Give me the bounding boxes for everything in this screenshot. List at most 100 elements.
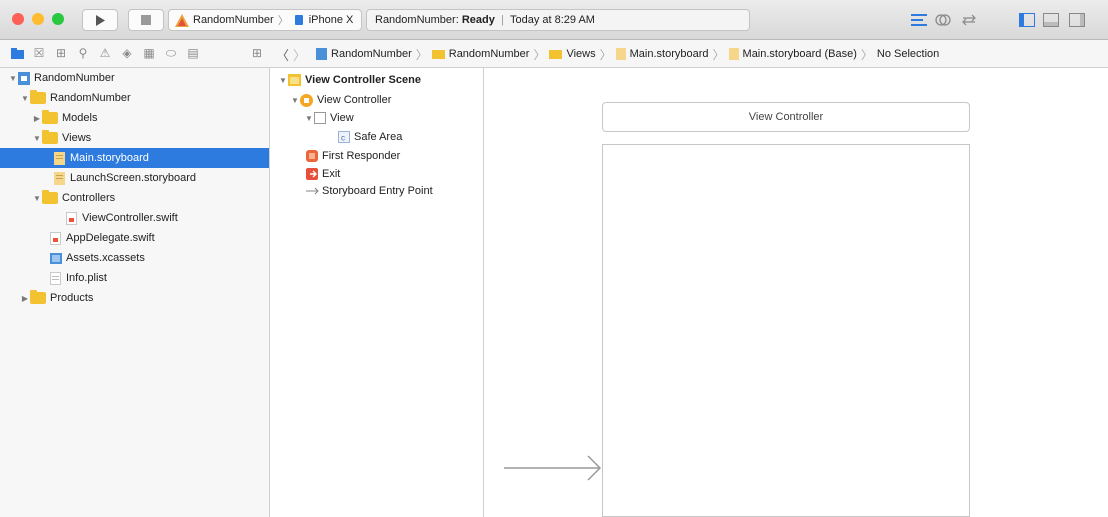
outline-item-safe-area[interactable]: c Safe Area: [338, 127, 478, 147]
outline-item-label: Exit: [322, 168, 341, 180]
tree-item-group-models[interactable]: ▶ Models: [0, 108, 301, 128]
outline-item-scene[interactable]: ▼ View Controller Scene: [278, 70, 478, 90]
zoom-window-button[interactable]: [52, 13, 64, 25]
project-icon: [18, 71, 30, 85]
tree-item-group-products[interactable]: ▶ Products: [0, 288, 289, 308]
tree-item-label: RandomNumber: [50, 92, 131, 104]
swift-file-icon: [50, 231, 61, 245]
jumpbar-item-project[interactable]: RandomNumber: [331, 48, 412, 60]
right-panel-icon: [1069, 13, 1085, 27]
outline-item-label: Storyboard Entry Point: [322, 185, 433, 197]
tree-item-label: LaunchScreen.storyboard: [70, 172, 196, 184]
test-navigator-tab[interactable]: ◈: [120, 46, 134, 60]
tree-item-assets[interactable]: Assets.xcassets: [0, 248, 269, 268]
play-icon: [96, 14, 105, 26]
tree-item-project[interactable]: ▼ RandomNumber: [0, 68, 277, 88]
hierarchy-icon: ⊞: [55, 46, 67, 60]
jump-bar: 〈 〉 RandomNumber 〉 RandomNumber 〉 Views …: [276, 40, 939, 68]
app-target-icon: [175, 13, 189, 27]
tree-item-group-views[interactable]: ▼ Views: [0, 128, 301, 148]
scene-icon: [288, 74, 301, 86]
close-window-button[interactable]: [12, 13, 24, 25]
view-controller-view[interactable]: [602, 144, 970, 517]
scheme-selector[interactable]: RandomNumber 〉 iPhone X: [168, 9, 362, 31]
scene-title-label: View Controller: [748, 111, 824, 123]
disclosure-open-icon[interactable]: ▼: [32, 134, 42, 143]
jumpbar-item-selection[interactable]: No Selection: [877, 48, 939, 60]
view-controller-scene-title[interactable]: View Controller: [602, 102, 970, 132]
assistant-editor-button[interactable]: [932, 9, 954, 31]
outline-item-view-controller[interactable]: ▼ View Controller: [290, 90, 480, 110]
safe-area-icon: c: [338, 131, 350, 143]
outline-item-label: View Controller Scene: [305, 74, 421, 86]
folder-icon: [42, 110, 58, 124]
scheme-project-label: RandomNumber: [193, 14, 274, 26]
window-toolbar: RandomNumber 〉 iPhone X RandomNumber: Re…: [0, 0, 1108, 40]
report-navigator-tab[interactable]: ▤: [186, 46, 200, 60]
standard-editor-button[interactable]: [908, 9, 930, 31]
toggle-navigator-button[interactable]: [1016, 9, 1038, 31]
tree-item-info-plist[interactable]: Info.plist: [0, 268, 269, 288]
arrow-right-icon: [306, 187, 319, 195]
disclosure-open-icon[interactable]: ▼: [304, 114, 314, 123]
back-button[interactable]: 〈: [276, 45, 289, 64]
storyboard-canvas[interactable]: View Controller: [484, 68, 1108, 517]
disclosure-open-icon[interactable]: ▼: [278, 76, 288, 85]
disclosure-open-icon[interactable]: ▼: [8, 74, 18, 83]
jumpbar-separator-icon: 〉: [415, 47, 428, 62]
stop-button[interactable]: [128, 9, 164, 31]
disclosure-open-icon[interactable]: ▼: [290, 96, 300, 105]
scheme-device-label: iPhone X: [308, 14, 354, 26]
tree-item-group-randomnumber[interactable]: ▼ RandomNumber: [0, 88, 289, 108]
symbol-navigator-tab[interactable]: ⊞: [54, 46, 68, 60]
breakpoint-navigator-tab[interactable]: ⬭: [164, 46, 178, 60]
toggle-utilities-button[interactable]: [1066, 9, 1088, 31]
version-editor-icon: [962, 14, 976, 26]
tree-item-label: Info.plist: [66, 272, 107, 284]
tree-item-viewcontroller-swift[interactable]: ViewController.swift: [0, 208, 269, 228]
jumpbar-item-group[interactable]: RandomNumber: [449, 48, 530, 60]
disclosure-open-icon[interactable]: ▼: [20, 94, 30, 103]
debug-navigator-tab[interactable]: ▦: [142, 46, 156, 60]
outline-item-first-responder[interactable]: First Responder: [306, 146, 476, 166]
jumpbar-item-storyboard-base[interactable]: Main.storyboard (Base): [743, 48, 857, 60]
folder-icon: [42, 190, 58, 204]
first-responder-icon: [306, 150, 318, 162]
assistant-editor-icon: [935, 14, 951, 26]
forward-button[interactable]: 〉: [293, 45, 306, 64]
tree-item-label: Models: [62, 112, 98, 124]
standard-editor-icon: [911, 14, 927, 26]
run-button[interactable]: [82, 9, 118, 31]
jumpbar-item-views[interactable]: Views: [566, 48, 595, 60]
storyboard-file-icon: [54, 171, 65, 185]
source-control-navigator-tab[interactable]: ☒: [32, 46, 46, 60]
outline-item-view[interactable]: ▼ View: [304, 108, 474, 128]
version-editor-button[interactable]: [958, 9, 980, 31]
disclosure-open-icon[interactable]: ▼: [32, 194, 42, 203]
minimize-window-button[interactable]: [32, 13, 44, 25]
gauge-icon: ▦: [143, 46, 155, 60]
entry-point-arrow-icon[interactable]: [504, 453, 602, 483]
activity-status: Ready: [461, 14, 495, 26]
toggle-debug-area-button[interactable]: [1040, 9, 1062, 31]
outline-item-entry-point[interactable]: Storyboard Entry Point: [306, 181, 482, 201]
disclosure-closed-icon[interactable]: ▶: [32, 114, 42, 123]
device-icon: [294, 15, 303, 25]
jumpbar-item-storyboard[interactable]: Main.storyboard: [630, 48, 709, 60]
exit-icon: [306, 168, 318, 180]
outline-item-label: Safe Area: [354, 131, 403, 143]
disclosure-closed-icon[interactable]: ▶: [20, 294, 30, 303]
tree-item-label: AppDelegate.swift: [66, 232, 155, 244]
folder-icon: [549, 50, 563, 59]
tree-item-launchscreen[interactable]: LaunchScreen.storyboard: [0, 168, 269, 188]
jumpbar-separator-icon: 〉: [533, 47, 546, 62]
issue-navigator-tab[interactable]: ⚠: [98, 46, 112, 60]
tree-item-group-controllers[interactable]: ▼ Controllers: [0, 188, 301, 208]
find-navigator-tab[interactable]: ⚲: [76, 46, 90, 60]
bottom-panel-icon: [1043, 13, 1059, 27]
related-items-button[interactable]: ⊞: [250, 46, 264, 60]
tree-item-appdelegate-swift[interactable]: AppDelegate.swift: [0, 228, 269, 248]
tree-item-main-storyboard[interactable]: Main.storyboard: [0, 148, 269, 168]
project-navigator-tab[interactable]: [10, 46, 24, 60]
activity-time: Today at 8:29 AM: [509, 14, 595, 26]
